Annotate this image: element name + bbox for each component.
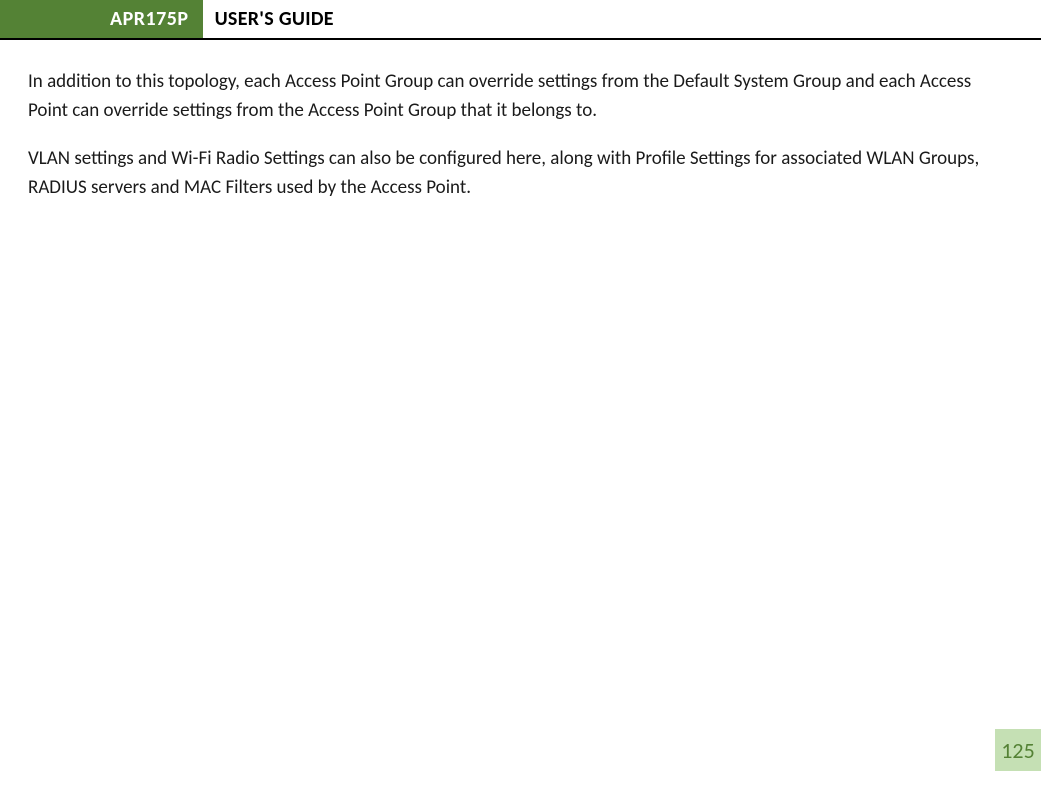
document-title: USER'S GUIDE <box>203 0 334 38</box>
paragraph-2: VLAN settings and Wi-Fi Radio Settings c… <box>28 145 1013 202</box>
page-content: In addition to this topology, each Acces… <box>0 40 1041 202</box>
product-model-badge: APR175P <box>0 0 203 38</box>
page-number-box: 125 <box>995 729 1041 771</box>
page-header: APR175P USER'S GUIDE <box>0 0 1041 40</box>
product-model: APR175P <box>110 7 189 31</box>
page-number: 125 <box>1001 737 1034 764</box>
paragraph-1: In addition to this topology, each Acces… <box>28 68 1013 125</box>
